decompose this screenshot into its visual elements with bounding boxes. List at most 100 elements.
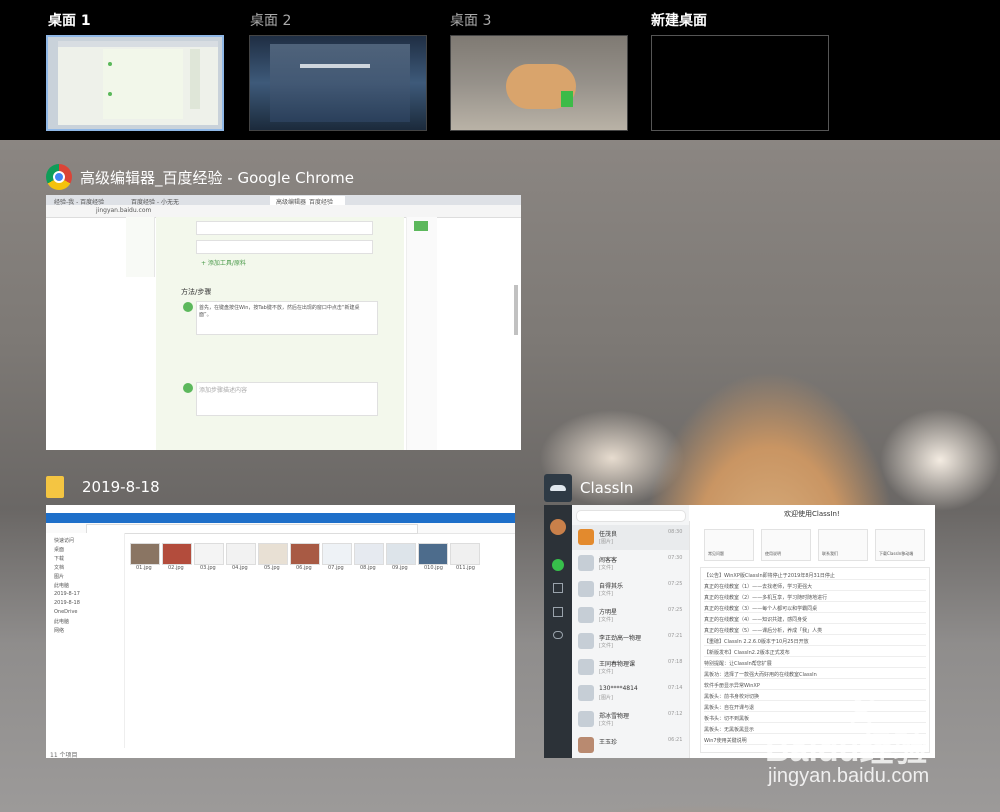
step-2-text[interactable]: 添加步骤描述内容 [199, 385, 247, 394]
explorer-sidebar-item[interactable]: 桌面 [54, 546, 64, 553]
contact-time: 07:18 [668, 659, 683, 665]
classin-window-title[interactable]: ClassIn [544, 474, 633, 502]
file-name: 02.jpg [168, 565, 184, 571]
chrome-window-title[interactable]: 高级编辑器_百度经验 - Google Chrome [46, 164, 354, 190]
chrome-icon [46, 164, 72, 190]
file-thumbnail[interactable] [290, 543, 320, 565]
file-thumbnail[interactable] [450, 543, 480, 565]
classin-title-text: ClassIn [580, 479, 634, 497]
explorer-sidebar-item[interactable]: 网络 [54, 627, 64, 634]
classin-notice-item[interactable]: 软件手册显示异常WinXP [704, 682, 926, 690]
contact-avatar [578, 555, 594, 571]
contact-avatar [578, 529, 594, 545]
contact-time: 07:14 [668, 685, 683, 691]
desktop-1-label: 桌面 1 [48, 13, 91, 29]
file-thumbnail[interactable] [226, 543, 256, 565]
new-desktop-button[interactable] [651, 35, 829, 131]
classin-welcome-title: 欢迎使用ClassIn! [784, 510, 840, 518]
contact-last-message: [文件] [599, 565, 613, 571]
file-name: 05.jpg [264, 565, 280, 571]
classin-notice-item[interactable]: 【重磅】ClassIn 2.2.6.0版本于10月25日开放 [704, 638, 926, 646]
explorer-sidebar-item[interactable]: 2019-8-17 [54, 591, 80, 597]
explorer-window-thumbnail[interactable]: 快速访问桌面下载文档图片此电脑 2019-8-17 2019-8-18 OneDriv… [46, 505, 515, 758]
watermark-brand: Baidu经验 [765, 731, 928, 769]
desktop-2-thumbnail[interactable] [249, 35, 427, 131]
contact-avatar [578, 659, 594, 675]
file-thumbnail[interactable] [386, 543, 416, 565]
desktop-3-thumbnail[interactable] [450, 35, 628, 131]
contact-name: 任茂良 [599, 531, 618, 538]
contact-last-message: [图片] [599, 539, 613, 545]
file-name: 07.jpg [328, 565, 344, 571]
contact-name: 130****4814 [599, 685, 638, 692]
watermark-url: jingyan.baidu.com [768, 765, 930, 787]
explorer-sidebar-item[interactable]: 图片 [54, 573, 64, 580]
chrome-title-text: 高级编辑器_百度经验 - Google Chrome [80, 168, 354, 187]
contact-avatar [578, 711, 594, 727]
file-thumbnail[interactable] [322, 543, 352, 565]
chrome-address-bar[interactable]: jingyan.baidu.com [96, 207, 151, 214]
classin-notice-item[interactable]: 真正的在线教室（4）——知识共建，感同身受 [704, 616, 926, 624]
file-thumbnail[interactable] [258, 543, 288, 565]
contact-name: 王同春物理课 [599, 661, 636, 668]
file-thumbnail[interactable] [418, 543, 448, 565]
contact-last-message: [文件] [599, 721, 613, 727]
file-name: 01.jpg [136, 565, 152, 571]
classin-notice-item[interactable]: 真正的在线教室（3）——每个人都可以和学霸同桌 [704, 605, 926, 613]
contact-avatar [578, 685, 594, 701]
explorer-sidebar-item[interactable]: 此电脑 [54, 618, 69, 625]
classin-icon [544, 474, 572, 502]
steps-heading: 方法/步骤 [181, 288, 212, 296]
virtual-desktop-bar: 桌面 1 桌面 2 桌面 3 新建桌面 [0, 0, 1000, 140]
file-name: 09.jpg [392, 565, 408, 571]
classin-notice-item[interactable]: 黑板头：自在开课与退 [704, 704, 926, 712]
contact-name: 自得其乐 [599, 583, 624, 590]
contact-name: 郑冰雪物理 [599, 713, 630, 720]
explorer-sidebar-item[interactable]: 下载 [54, 555, 64, 562]
classin-notice-item[interactable]: 【公告】WinXP版ClassIn即将停止于2019年8月31日停止 [704, 572, 926, 580]
classin-notice-item[interactable]: 黑板头：前书身校对切换 [704, 693, 926, 701]
file-name: 06.jpg [296, 565, 312, 571]
chrome-window-thumbnail[interactable]: 经验-我 - 百度经验 百度经验 - 小无无 高级编辑器_百度经验 jingya… [46, 195, 521, 450]
file-name: 011.jpg [456, 565, 475, 571]
contact-time: 07:30 [668, 555, 683, 561]
folder-icon [46, 476, 64, 498]
classin-action-label: 使用说明 [765, 551, 781, 556]
contact-avatar [578, 633, 594, 649]
explorer-window-title[interactable]: 2019-8-18 [46, 476, 160, 498]
file-thumbnail[interactable] [130, 543, 160, 565]
contact-avatar [578, 581, 594, 597]
explorer-sidebar-item[interactable]: 2019-8-18 [54, 600, 80, 606]
classin-notice-item[interactable]: 黑板功：选择了一款强大而好用的在线教室ClassIn [704, 671, 926, 679]
classin-notice-item[interactable]: 真正的在线教室（2）——多机互享，学习随时随地进行 [704, 594, 926, 602]
contact-time: 06:21 [668, 737, 683, 743]
contact-name: 方明星 [599, 609, 618, 616]
explorer-sidebar-item[interactable]: 文档 [54, 564, 64, 571]
desktop-3-label: 桌面 3 [450, 13, 492, 29]
classin-notice-item[interactable]: 真正的在线教室（5）——课后分析，养成「我」人类 [704, 627, 926, 635]
file-thumbnail[interactable] [354, 543, 384, 565]
contact-name: 李正劲高一物理 [599, 635, 642, 642]
explorer-status: 11 个项目 [50, 752, 78, 758]
contact-avatar [578, 737, 594, 753]
contact-last-message: [图片] [599, 695, 613, 701]
classin-action-label: 下载ClassIn移动端 [879, 551, 914, 556]
step-1-text[interactable]: 首先，在键盘按住Win，按Tab键不放，然后在出现的窗口中点击“新建桌面”。 [199, 304, 369, 318]
contact-name: 王玉珍 [599, 739, 618, 746]
file-thumbnail[interactable] [194, 543, 224, 565]
explorer-title-text: 2019-8-18 [82, 478, 160, 496]
contact-last-message: [文件] [599, 591, 613, 597]
classin-notice-item[interactable]: 真正的在线教室（1）——去找老师，学习更强大 [704, 583, 926, 591]
contact-avatar [578, 607, 594, 623]
contact-last-message: [文件] [599, 643, 613, 649]
file-name: 08.jpg [360, 565, 376, 571]
contact-time: 07:21 [668, 633, 683, 639]
classin-notice-item[interactable]: 【新版发布】ClassIn2.2版本正式发布 [704, 649, 926, 657]
classin-notice-item[interactable]: 特别提醒：让ClassIn帮您扩展 [704, 660, 926, 668]
add-tool-button[interactable]: + 添加工具/原料 [201, 258, 246, 267]
explorer-sidebar-item[interactable]: 此电脑 [54, 582, 69, 589]
explorer-sidebar-item[interactable]: OneDrive [54, 609, 78, 615]
explorer-sidebar-item[interactable]: 快速访问 [54, 537, 74, 544]
file-thumbnail[interactable] [162, 543, 192, 565]
desktop-1-thumbnail[interactable] [46, 35, 224, 131]
